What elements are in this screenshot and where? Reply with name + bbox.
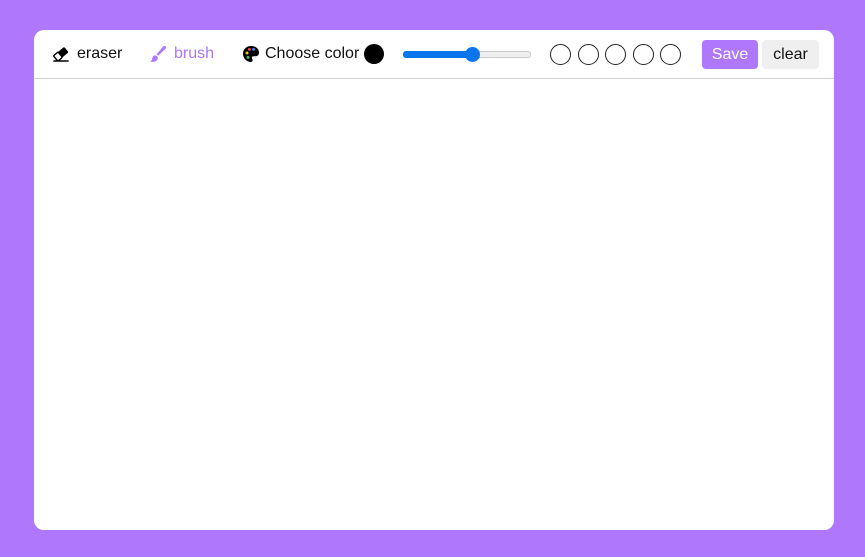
brush-size-slider[interactable] [403, 46, 531, 62]
clear-button[interactable]: clear [762, 40, 819, 69]
drawing-app-card: eraser brush Choose color Save clear [34, 30, 834, 530]
eraser-icon [51, 44, 71, 64]
color-option-circle[interactable] [660, 44, 681, 65]
slider-fill [403, 51, 472, 58]
drawing-canvas[interactable] [34, 80, 834, 530]
selected-color-swatch[interactable] [364, 44, 384, 64]
choose-color-tool[interactable]: Choose color [241, 42, 359, 66]
palette-icon [241, 44, 261, 64]
color-option-circle[interactable] [577, 44, 599, 65]
slider-thumb[interactable] [465, 47, 480, 62]
color-option-circle[interactable] [632, 44, 654, 65]
brush-tool[interactable]: brush [148, 42, 214, 66]
color-option-circle[interactable] [550, 44, 571, 65]
brush-icon [148, 44, 168, 64]
color-option-circle[interactable] [605, 44, 626, 65]
save-button-label: Save [711, 45, 749, 63]
clear-button-label: clear [773, 45, 808, 63]
eraser-label: eraser [77, 45, 123, 62]
toolbar: eraser brush Choose color Save clear [34, 30, 834, 79]
choose-color-label: Choose color [265, 45, 360, 62]
brush-label: brush [174, 45, 215, 62]
eraser-tool[interactable]: eraser [51, 42, 122, 66]
save-button[interactable]: Save [702, 40, 758, 69]
app-background: eraser brush Choose color Save clear [0, 0, 865, 557]
